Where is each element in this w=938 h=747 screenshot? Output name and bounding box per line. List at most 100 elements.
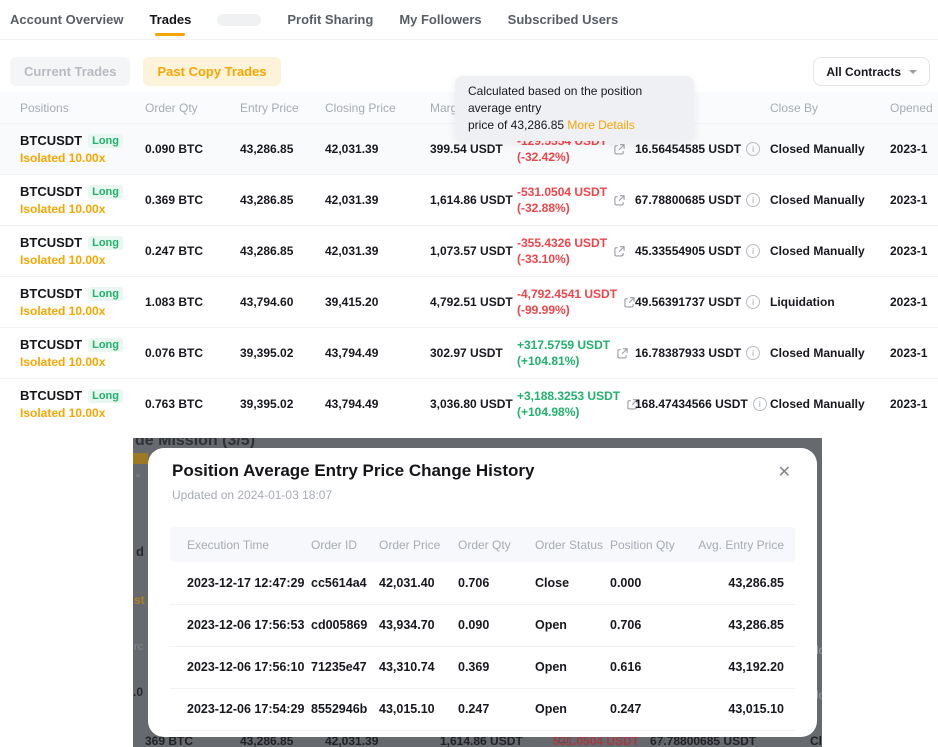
pnl-cell: +3,188.3253 USDT (+104.98%) [517,388,638,420]
pnl-percent: (-99.99%) [517,302,617,318]
entry-price-history-modal: Position Average Entry Price Change Hist… [148,448,817,737]
order-status: Open [535,618,567,632]
background-close-by: Cl [810,734,822,747]
symbol: BTCUSDT [20,235,82,250]
side-badge: Long [88,287,123,301]
opened-time: 2023-1 [890,244,927,258]
current-trades-button[interactable]: Current Trades [10,57,130,86]
past-copy-trades-button[interactable]: Past Copy Trades [143,57,280,86]
table-row[interactable]: BTCUSDT Long Isolated 10.00x 0.076 BTC 3… [0,327,938,378]
funding-value: 45.33554905 USDT [635,244,741,258]
margin: 1,073.57 USDT [430,244,513,258]
background-text-fragment: " [136,473,140,485]
side-badge: Long [88,236,123,250]
opened-time: 2023-1 [890,346,927,360]
position-cell: BTCUSDT Long Isolated 10.00x [20,133,123,165]
order-qty: 0.763 BTC [145,397,203,411]
info-icon[interactable] [746,193,760,207]
more-details-link[interactable]: More Details [567,118,634,132]
info-icon[interactable] [746,142,760,156]
pnl-percent: (-32.42%) [517,149,607,165]
order-qty: 1.083 BTC [145,295,203,309]
past-trades-table: Positions Order Qty Entry Price Closing … [0,92,938,429]
external-link-icon[interactable] [617,348,628,359]
margin: 4,792.51 USDT [430,295,513,309]
background-text-fragment: rc [134,641,143,653]
order-qty: 0.706 [458,576,489,590]
external-link-icon[interactable] [614,246,625,257]
tab-account-overview[interactable]: Account Overview [10,0,123,40]
symbol: BTCUSDT [20,388,82,403]
funding-cell: 16.78387933 USDT [635,346,760,360]
external-link-icon[interactable] [624,297,635,308]
order-id: 8552946b [311,702,367,716]
external-link-icon[interactable] [614,195,625,206]
close-by: Closed Manually [770,244,865,258]
order-price: 42,031.40 [379,576,435,590]
info-icon[interactable] [746,295,760,309]
closing-price: 43,794.49 [325,397,378,411]
position-cell: BTCUSDT Long Isolated 10.00x [20,235,123,267]
pnl-cell: +317.5759 USDT (+104.81%) [517,337,628,369]
side-badge: Long [88,185,123,199]
col-order-price: Order Price [379,538,440,552]
closing-price: 43,794.49 [325,346,378,360]
tab-profit-sharing[interactable]: Profit Sharing [287,0,373,40]
funding-value: 67.78800685 USDT [635,193,741,207]
pnl-percent: (+104.81%) [517,353,610,369]
avg-entry-price: 43,286.85 [728,576,784,590]
pnl-percent: (+104.98%) [517,404,620,420]
pnl-value: -4,792.4541 USDT [517,286,617,302]
funding-cell: 45.33554905 USDT [635,244,760,258]
position-qty: 0.000 [610,576,641,590]
position-cell: BTCUSDT Long Isolated 10.00x [20,337,123,369]
avg-entry-price: 43,015.10 [728,702,784,716]
col-order-qty: Order Qty [145,101,198,115]
col-opened: Opened [890,101,933,115]
col-position-qty: Position Qty [610,538,675,552]
entry-price: 43,286.85 [240,244,293,258]
chevron-down-icon [909,70,917,74]
modal-table-row: 2023-12-17 12:47:29 cc5614a4 42,031.40 0… [170,562,795,605]
opened-time: 2023-1 [890,397,927,411]
entry-price: 43,794.60 [240,295,293,309]
avg-entry-price: 43,192.20 [728,660,784,674]
order-id: 71235e47 [311,660,367,674]
info-icon[interactable] [746,346,760,360]
order-status: Open [535,660,567,674]
close-by: Closed Manually [770,193,865,207]
table-row[interactable]: BTCUSDT Long Isolated 10.00x 0.763 BTC 3… [0,378,938,429]
contracts-dropdown-label: All Contracts [826,65,901,79]
funding-value: 16.56454585 USDT [635,142,741,156]
info-icon[interactable] [746,244,760,258]
symbol: BTCUSDT [20,133,82,148]
col-order-id: Order ID [311,538,357,552]
tab-subscribed-users[interactable]: Subscribed Users [508,0,619,40]
pnl-cell: -355.4326 USDT (-33.10%) [517,235,625,267]
funding-cell: 16.56454585 USDT [635,142,760,156]
close-icon[interactable]: ✕ [778,465,791,481]
position-cell: BTCUSDT Long Isolated 10.00x [20,184,123,216]
order-status: Close [535,576,569,590]
margin: 399.54 USDT [430,142,503,156]
margin: 1,614.86 USDT [430,193,513,207]
info-icon[interactable] [753,397,767,411]
tab-my-followers[interactable]: My Followers [399,0,481,40]
funding-value: 168.47434566 USDT [635,397,748,411]
avg-entry-price: 43,286.85 [728,618,784,632]
margin: 302.97 USDT [430,346,503,360]
symbol: BTCUSDT [20,337,82,352]
closing-price: 42,031.39 [325,244,378,258]
order-status: Open [535,702,567,716]
contracts-dropdown[interactable]: All Contracts [813,57,930,86]
symbol: BTCUSDT [20,184,82,199]
tab-trades[interactable]: Trades [149,0,191,40]
table-row[interactable]: BTCUSDT Long Isolated 10.00x 0.247 BTC 4… [0,225,938,276]
table-row[interactable]: BTCUSDT Long Isolated 10.00x 0.369 BTC 4… [0,174,938,225]
order-qty: 0.247 BTC [145,244,203,258]
leverage-label: Isolated 10.00x [20,406,123,420]
closing-price: 42,031.39 [325,142,378,156]
table-row[interactable]: BTCUSDT Long Isolated 10.00x 1.083 BTC 4… [0,276,938,327]
tooltip-line1: Calculated based on the position average… [468,83,681,117]
modal-title: Position Average Entry Price Change Hist… [172,461,534,481]
